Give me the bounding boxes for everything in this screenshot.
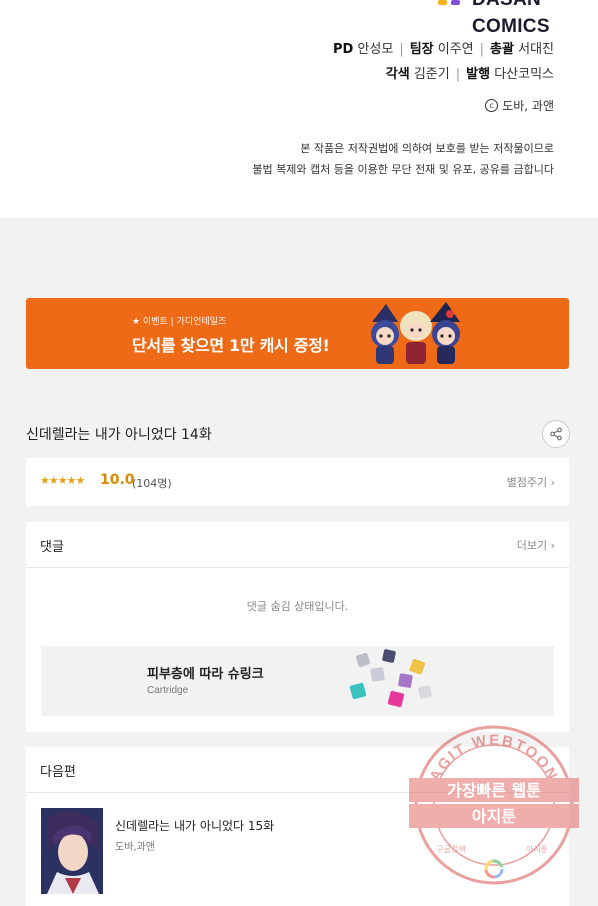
credit-name: 안성모 bbox=[357, 42, 394, 57]
share-button[interactable] bbox=[542, 420, 570, 448]
rating-stars-icon: ★★★★★ bbox=[40, 474, 85, 487]
comments-hidden-message: 댓글 숨김 상태입니다. bbox=[246, 600, 349, 613]
copyright-icon: c bbox=[485, 99, 499, 112]
more-label: 더보기 bbox=[516, 539, 548, 552]
chevron-right-icon: › bbox=[550, 539, 555, 552]
copyright-notice-line-1: 본 작품은 저작권법에 의하여 보호를 받는 저작물이므로 bbox=[300, 142, 554, 155]
credit-role: PD bbox=[332, 42, 354, 57]
rate-button[interactable]: 별점주기 › bbox=[507, 474, 555, 490]
ad-subtitle: Cartridge bbox=[147, 685, 189, 696]
banner-characters-illustration bbox=[371, 302, 460, 364]
comments-more-button[interactable]: 더보기 › bbox=[517, 537, 555, 553]
credit-name: 서대진 bbox=[518, 42, 554, 57]
credit-role: 발행 bbox=[466, 67, 491, 82]
rate-button-label: 별점주기 bbox=[506, 476, 548, 489]
share-icon bbox=[550, 427, 562, 441]
chevron-right-icon: › bbox=[550, 476, 555, 489]
credit-name: 이주연 bbox=[437, 42, 474, 57]
dasan-comics-logo: DASAN COMICS bbox=[472, 0, 550, 37]
comments-title: 댓글 bbox=[40, 540, 64, 555]
next-episode-item[interactable]: 신데렐라는 내가 아니었다 15화 도바,과앤 bbox=[26, 793, 569, 906]
comments-header: 댓글 더보기 › bbox=[26, 522, 569, 568]
credit-role: 팀장 bbox=[409, 42, 434, 57]
dasan-logo-icon bbox=[438, 0, 460, 5]
comments-card: 댓글 더보기 › 댓글 숨김 상태입니다. 피부층에 따라 슈링크 Cartri… bbox=[26, 522, 569, 732]
banner-tag: ★ 이벤트 | 가디언테일즈 bbox=[132, 317, 227, 327]
credit-role: 총괄 bbox=[490, 42, 514, 57]
copyright-text: 도바, 과앤 bbox=[502, 99, 554, 113]
rating-card: ★★★★★ 10.0 (104명) 별점주기 › bbox=[26, 458, 569, 506]
next-episode-card: 다음편 신데렐라는 내가 아니었다 15화 도바,과앤 bbox=[26, 747, 569, 906]
credit-line-2: 각색 김준기 | 발행 다산코믹스 bbox=[385, 67, 554, 82]
credit-role: 각색 bbox=[385, 67, 410, 82]
advertisement[interactable]: 피부층에 따라 슈링크 Cartridge bbox=[41, 646, 554, 716]
banner-title: 단서를 찾으면 1만 캐시 증정! bbox=[132, 336, 330, 355]
next-episode-thumbnail bbox=[41, 808, 103, 894]
next-episode-title: 다음편 bbox=[40, 765, 76, 780]
copyright: c 도바, 과앤 bbox=[485, 97, 554, 114]
credit-name: 다산코믹스 bbox=[494, 67, 554, 82]
copyright-notice-line-2: 불법 복제와 캡처 등을 이용한 무단 전재 및 유포, 공유를 금합니다 bbox=[252, 163, 554, 176]
credit-name: 김준기 bbox=[413, 67, 450, 82]
credit-line-1: PD 안성모 | 팀장 이주연 | 총괄 서대진 bbox=[332, 42, 554, 57]
credits-section: DASAN COMICS PD 안성모|팀장 이주연|총괄 서대진 각색 김준기… bbox=[0, 0, 598, 218]
next-episode-item-title: 신데렐라는 내가 아니었다 15화 bbox=[115, 819, 275, 833]
rating-count: (104명) bbox=[132, 477, 172, 490]
event-banner[interactable]: ★ 이벤트 | 가디언테일즈 단서를 찾으면 1만 캐시 증정! bbox=[26, 298, 569, 369]
ad-cartridges-image bbox=[349, 649, 432, 708]
ad-title: 피부층에 따라 슈링크 bbox=[147, 667, 264, 682]
next-episode-header: 다음편 bbox=[26, 747, 569, 793]
episode-title: 신데렐라는 내가 아니었다 14화 bbox=[26, 427, 212, 443]
next-episode-item-author: 도바,과앤 bbox=[115, 842, 155, 853]
rating-score: 10.0 bbox=[100, 472, 135, 488]
